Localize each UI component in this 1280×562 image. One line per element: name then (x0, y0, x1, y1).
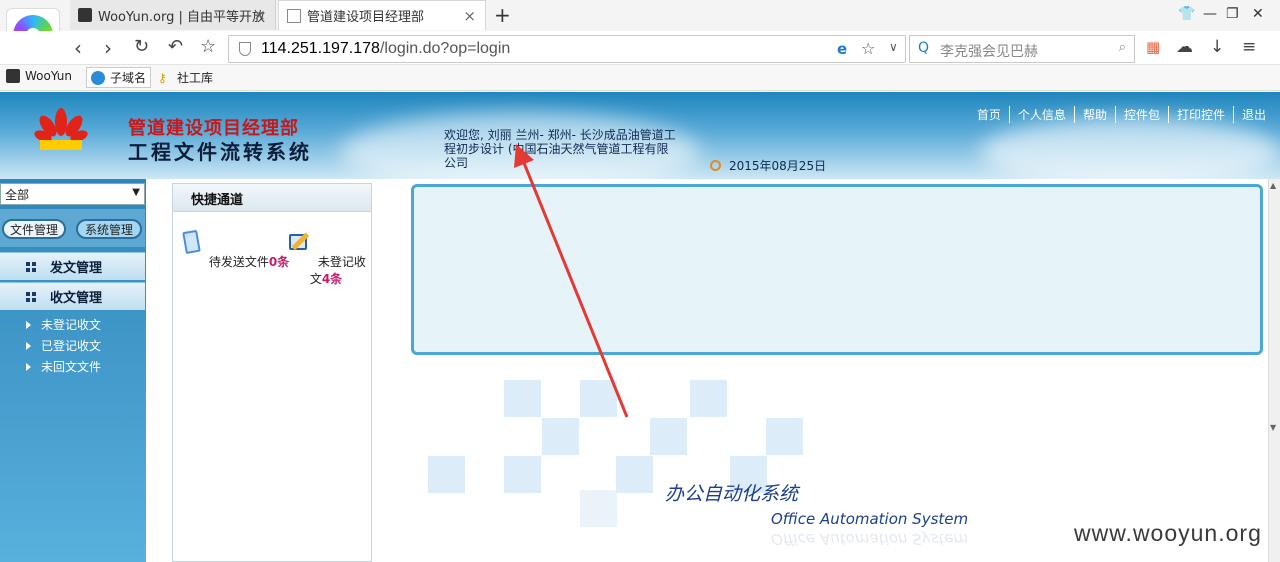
page-favicon-icon (287, 8, 301, 23)
submenu-registered[interactable]: 已登记收文 (26, 335, 101, 356)
incoming-submenu: 未登记收文 已登记收文 未回文文件 (26, 314, 101, 377)
grid-icon (26, 292, 36, 302)
app-header: 管道建设项目经理部 工程文件流转系统 欢迎您, 刘丽 兰州- 郑州- 长沙成品油… (0, 92, 1280, 179)
cnpc-logo-icon (34, 108, 88, 150)
tab-title: WooYun.org | 自由平等开放 (98, 9, 266, 25)
subdomain-icon (91, 70, 105, 85)
section-label: 发文管理 (50, 261, 103, 276)
back-icon[interactable]: ‹ (74, 36, 82, 60)
section-label: 收文管理 (50, 291, 103, 306)
scroll-up-icon[interactable]: ▲ (1270, 181, 1276, 190)
tab-system-management[interactable]: 系统管理 (76, 219, 142, 239)
dropdown-arrow-icon: ▼ (132, 187, 140, 198)
oa-title-cn: 办公自动化系统 (665, 483, 799, 505)
bookmark-label: WooYun (25, 69, 73, 83)
wooyun-watermark: www.wooyun.org (1074, 520, 1262, 546)
welcome-text: 欢迎您, 刘丽 兰州- 郑州- 长沙成品油管道工程初步设计 (中国石油天然气管道… (444, 128, 676, 170)
quick-unregistered[interactable]: 未登记收文4条 (281, 228, 371, 287)
submenu-unregistered[interactable]: 未登记收文 (26, 314, 101, 335)
system-title: 工程文件流转系统 (128, 140, 312, 164)
search-icon[interactable]: ⌕ (1119, 40, 1126, 55)
wooyun-favicon-icon (6, 69, 20, 83)
current-date: 2015年08月25日 (729, 159, 827, 173)
quick-count: 4条 (321, 272, 343, 286)
scope-select[interactable]: 全部 ▼ (0, 183, 145, 205)
date-display: 2015年08月25日 (710, 157, 826, 174)
maximize-icon[interactable]: ❐ (1226, 6, 1239, 22)
search-engine-icon: Q (918, 40, 930, 56)
tab-pipeline[interactable]: 管道建设项目经理部 × (278, 0, 486, 30)
top-nav: 首页 个人信息 帮助 控件包 打印控件 退出 (969, 106, 1274, 123)
download-icon[interactable]: ↓ (1210, 37, 1224, 57)
ie-engine-icon[interactable]: e (837, 40, 847, 58)
bookmark-star-icon[interactable]: ☆ (200, 36, 216, 57)
bookmark-label: 子域名 (110, 71, 147, 85)
favorite-star-icon[interactable]: ☆ (861, 39, 875, 58)
bookmark-sgk[interactable]: ⚷ 社工库 (158, 69, 213, 86)
grid-icon (26, 262, 36, 272)
nav-print-control[interactable]: 打印控件 (1167, 106, 1233, 123)
search-query[interactable]: 李克强会见巴赫 (940, 41, 1038, 61)
nav-controls[interactable]: 控件包 (1114, 106, 1168, 123)
nav-toolbar: ‹ › ↻ ↶ ☆ 114.251.197.178/login.do?op=lo… (0, 31, 1280, 65)
cloud-icon[interactable]: ☁ (1176, 37, 1193, 57)
new-tab-button[interactable]: + (494, 3, 511, 27)
bookmark-label: 社工库 (177, 71, 214, 85)
quick-pending-send[interactable]: 待发送文件0条 (177, 228, 289, 270)
menu-icon[interactable]: ≡ (1242, 37, 1256, 57)
scrollbar[interactable]: ▲ ▼ (1268, 179, 1280, 562)
url-text[interactable]: 114.251.197.178/login.do?op=login (261, 40, 510, 58)
tab-title: 管道建设项目经理部 (307, 10, 425, 25)
close-icon[interactable]: × (463, 7, 476, 25)
nav-profile[interactable]: 个人信息 (1008, 106, 1074, 123)
edit-pencil-icon (289, 232, 310, 251)
url-dropdown-icon[interactable]: ∨ (889, 40, 898, 54)
tab-wooyun[interactable]: WooYun.org | 自由平等开放 × (70, 0, 276, 30)
bookmark-wooyun[interactable]: WooYun (6, 69, 72, 83)
sidebar-item-incoming[interactable]: 收文管理 (0, 282, 145, 310)
security-shield-icon (239, 42, 251, 56)
sidebar-tabs: 文件管理 系统管理 (0, 209, 145, 247)
oa-title-en: Office Automation System (771, 510, 969, 528)
nav-logout[interactable]: 退出 (1232, 106, 1274, 123)
select-value: 全部 (5, 187, 30, 202)
scroll-down-icon[interactable]: ▼ (1270, 423, 1276, 432)
clock-icon (710, 160, 721, 171)
decor-tiles (420, 380, 920, 530)
search-box[interactable]: Q 李克强会见巴赫 ⌕ (909, 35, 1135, 63)
quick-label: 待发送文件 (208, 255, 269, 269)
browser-chrome: WooYun.org | 自由平等开放 × 管道建设项目经理部 × + 👕 — … (0, 0, 1280, 92)
key-icon: ⚷ (158, 70, 167, 85)
close-icon[interactable]: × (253, 6, 266, 24)
undo-icon[interactable]: ↶ (168, 36, 183, 57)
reload-icon[interactable]: ↻ (134, 36, 149, 57)
minimize-icon[interactable]: — (1203, 6, 1217, 22)
forward-icon[interactable]: › (104, 36, 112, 60)
oa-title-reflection: Office Automation System (771, 530, 969, 548)
nav-home[interactable]: 首页 (969, 106, 1009, 123)
skin-icon[interactable]: 👕 (1178, 6, 1195, 22)
sidebar-item-outgoing[interactable]: 发文管理 (0, 252, 145, 280)
tab-file-management[interactable]: 文件管理 (2, 219, 66, 239)
quick-access-title: 快捷通道 (173, 184, 371, 212)
quick-access-panel: 快捷通道 待发送文件0条 未登记收文4条 (172, 183, 372, 562)
notepad-icon (182, 230, 201, 254)
wooyun-favicon-icon (78, 8, 92, 22)
main-content-box (411, 184, 1263, 355)
nav-help[interactable]: 帮助 (1073, 106, 1115, 123)
submenu-unreplied[interactable]: 未回文文件 (26, 356, 101, 377)
decor-cloud (980, 117, 1280, 179)
bookmark-subdomain[interactable]: 子域名 (86, 67, 152, 88)
window-close-icon[interactable]: ✕ (1252, 6, 1264, 22)
bookmarks-bar: WooYun 子域名 ⚷ 社工库 (0, 65, 1280, 91)
apps-grid-icon[interactable]: ▦ (1146, 38, 1160, 56)
address-bar[interactable]: 114.251.197.178/login.do?op=login e ☆ ∨ (228, 35, 906, 63)
